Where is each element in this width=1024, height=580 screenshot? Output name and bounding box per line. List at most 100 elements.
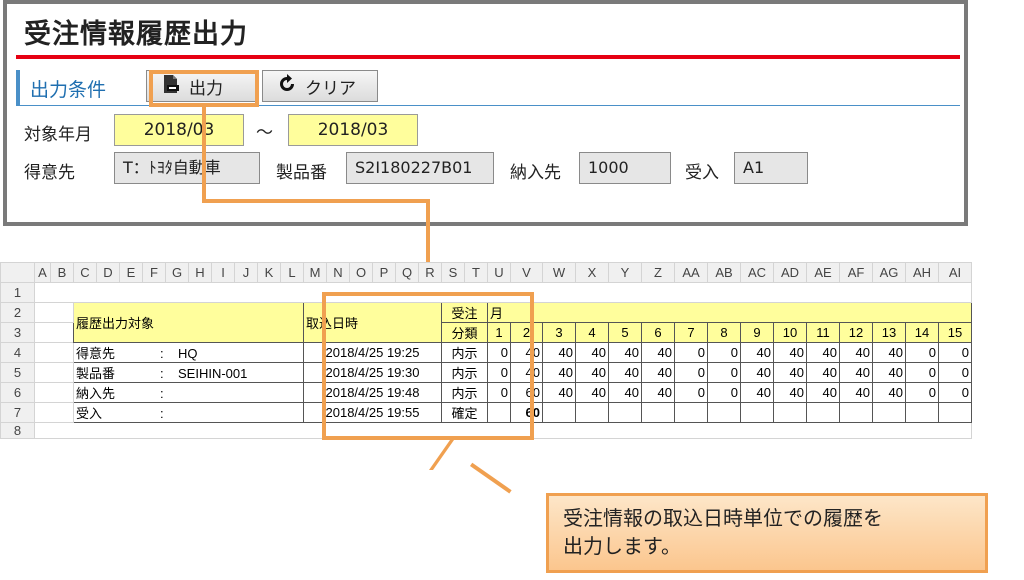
row-number[interactable]: 5 [0, 362, 35, 383]
day-value-cell[interactable]: 40 [806, 382, 840, 403]
sheet-cell[interactable] [34, 382, 74, 403]
day-value-cell[interactable]: 40 [872, 342, 906, 363]
clear-button[interactable]: クリア [262, 70, 378, 102]
column-header[interactable]: Z [641, 262, 675, 283]
column-header[interactable]: M [303, 262, 327, 283]
day-value-cell[interactable]: 40 [608, 342, 642, 363]
day-value-cell[interactable]: 0 [707, 362, 741, 383]
column-header[interactable]: S [441, 262, 465, 283]
day-header[interactable]: 5 [608, 322, 642, 343]
day-value-cell[interactable]: 40 [542, 382, 576, 403]
row-number[interactable]: 4 [0, 342, 35, 363]
row-number[interactable]: 2 [0, 302, 35, 323]
day-header[interactable]: 15 [938, 322, 972, 343]
day-value-cell[interactable]: 0 [938, 342, 972, 363]
day-value-cell[interactable]: 0 [938, 382, 972, 403]
day-value-cell[interactable] [707, 402, 741, 423]
column-header[interactable]: X [575, 262, 609, 283]
day-value-cell[interactable]: 40 [773, 382, 807, 403]
day-header[interactable]: 9 [740, 322, 774, 343]
row-number[interactable]: 7 [0, 402, 35, 423]
sheet-cell[interactable] [34, 322, 74, 343]
column-header[interactable]: AD [773, 262, 807, 283]
day-value-cell[interactable]: 0 [674, 342, 708, 363]
column-header[interactable]: K [257, 262, 281, 283]
day-value-cell[interactable]: 40 [641, 362, 675, 383]
column-header[interactable]: O [349, 262, 373, 283]
day-value-cell[interactable]: 0 [905, 362, 939, 383]
column-header[interactable]: P [372, 262, 396, 283]
day-value-cell[interactable]: 40 [608, 382, 642, 403]
day-value-cell[interactable] [839, 402, 873, 423]
day-value-cell[interactable]: 40 [575, 342, 609, 363]
receive-field[interactable]: A1 [734, 152, 808, 184]
column-header[interactable]: Q [395, 262, 419, 283]
day-value-cell[interactable]: 40 [806, 362, 840, 383]
day-value-cell[interactable]: 40 [872, 382, 906, 403]
day-value-cell[interactable]: 40 [641, 342, 675, 363]
day-value-cell[interactable] [773, 402, 807, 423]
day-value-cell[interactable]: 40 [839, 362, 873, 383]
day-header[interactable]: 14 [905, 322, 939, 343]
day-header[interactable]: 10 [773, 322, 807, 343]
day-header[interactable]: 3 [542, 322, 576, 343]
day-value-cell[interactable]: 40 [740, 382, 774, 403]
day-value-cell[interactable] [938, 402, 972, 423]
month-from-field[interactable]: 2018/03 [114, 114, 244, 146]
day-value-cell[interactable] [542, 402, 576, 423]
column-header[interactable]: E [119, 262, 143, 283]
column-header[interactable]: AA [674, 262, 708, 283]
column-header[interactable]: AI [938, 262, 972, 283]
sheet-cell[interactable] [34, 402, 74, 423]
day-value-cell[interactable]: 40 [740, 342, 774, 363]
day-value-cell[interactable]: 40 [773, 362, 807, 383]
column-header[interactable]: J [234, 262, 258, 283]
day-value-cell[interactable]: 0 [674, 362, 708, 383]
column-header[interactable]: H [188, 262, 212, 283]
day-header[interactable]: 6 [641, 322, 675, 343]
history-target-header[interactable]: 履歴出力対象 [73, 302, 304, 343]
month-to-field[interactable]: 2018/03 [288, 114, 418, 146]
column-header[interactable]: AG [872, 262, 906, 283]
column-header[interactable]: W [542, 262, 576, 283]
day-value-cell[interactable]: 0 [905, 342, 939, 363]
row-number[interactable]: 8 [0, 422, 35, 439]
history-target-cell[interactable]: 納入先: [73, 382, 304, 403]
day-value-cell[interactable]: 0 [674, 382, 708, 403]
day-value-cell[interactable]: 0 [707, 342, 741, 363]
day-header[interactable]: 8 [707, 322, 741, 343]
day-value-cell[interactable]: 40 [542, 362, 576, 383]
column-header[interactable]: U [487, 262, 511, 283]
day-value-cell[interactable]: 40 [608, 362, 642, 383]
day-value-cell[interactable] [806, 402, 840, 423]
day-value-cell[interactable]: 40 [839, 382, 873, 403]
column-header[interactable]: AC [740, 262, 774, 283]
day-header[interactable]: 7 [674, 322, 708, 343]
column-header[interactable]: AE [806, 262, 840, 283]
day-value-cell[interactable] [674, 402, 708, 423]
day-header[interactable]: 12 [839, 322, 873, 343]
day-value-cell[interactable]: 0 [938, 362, 972, 383]
column-header[interactable]: B [50, 262, 74, 283]
day-value-cell[interactable] [575, 402, 609, 423]
column-header[interactable]: AF [839, 262, 873, 283]
product-field[interactable]: S2I180227B01 [346, 152, 494, 184]
day-value-cell[interactable]: 40 [542, 342, 576, 363]
history-target-cell[interactable]: 受入: [73, 402, 304, 423]
sheet-cell[interactable] [34, 342, 74, 363]
column-header[interactable]: L [280, 262, 304, 283]
day-value-cell[interactable]: 40 [806, 342, 840, 363]
day-value-cell[interactable]: 40 [575, 362, 609, 383]
column-header[interactable]: V [510, 262, 543, 283]
sheet-cell[interactable] [34, 302, 74, 323]
column-header[interactable]: D [96, 262, 120, 283]
row-number[interactable]: 6 [0, 382, 35, 403]
day-value-cell[interactable] [641, 402, 675, 423]
select-all-corner[interactable] [0, 262, 35, 283]
day-value-cell[interactable]: 40 [740, 362, 774, 383]
row-number[interactable]: 1 [0, 282, 35, 303]
customer-field[interactable]: T：ﾄﾖﾀ自動車 [114, 152, 260, 184]
day-header[interactable]: 11 [806, 322, 840, 343]
day-value-cell[interactable]: 0 [707, 382, 741, 403]
column-header[interactable]: A [34, 262, 51, 283]
